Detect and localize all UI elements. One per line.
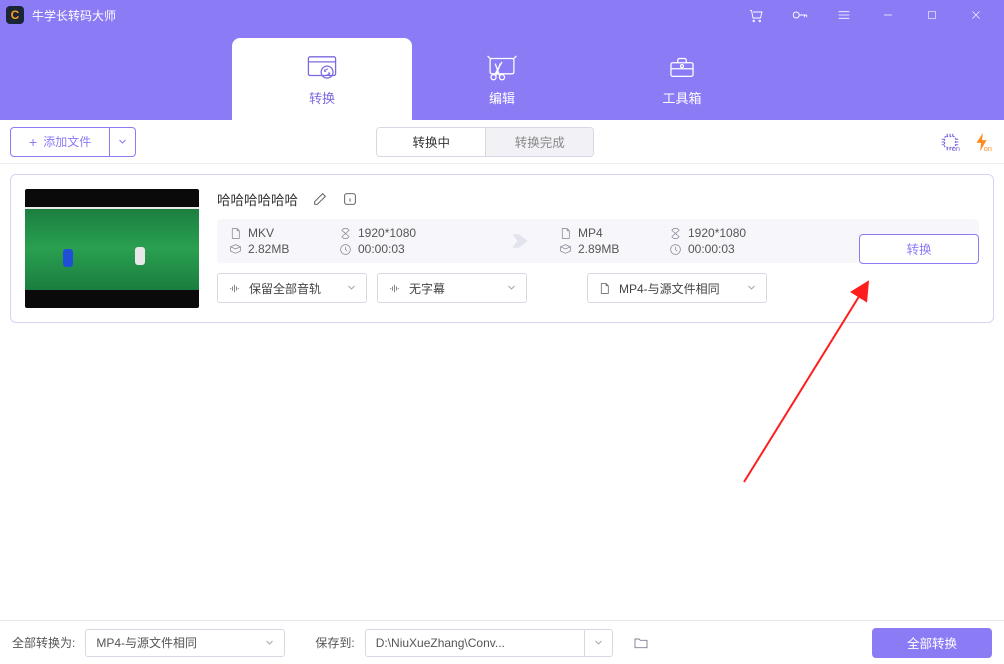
dst-container: MP4 [578,226,603,240]
key-icon[interactable] [778,0,822,30]
tab-edit-label: 编辑 [489,88,515,107]
tab-convert[interactable]: 转换 [232,38,412,120]
app-logo: C [6,6,24,24]
footer-format-select[interactable]: MP4-与源文件相同 [85,629,285,657]
menu-icon[interactable] [822,0,866,30]
footer-path-value: D:\NiuXueZhang\Conv... [376,636,505,650]
tab-toolbox[interactable]: 工具箱 [592,38,772,120]
add-file-group: + 添加文件 [10,127,136,157]
file-card: 哈哈哈哈哈哈 MKV 2.82MB 1920*1080 00:00:03 MP4 [10,174,994,323]
tab-edit[interactable]: 编辑 [412,38,592,120]
video-thumbnail[interactable] [25,189,199,308]
subtitle-option-label: 无字幕 [409,280,445,297]
add-file-label: 添加文件 [43,133,91,150]
cart-icon[interactable] [734,0,778,30]
minimize-button[interactable] [866,0,910,30]
audio-track-select[interactable]: 保留全部音轨 [217,273,367,303]
src-container: MKV [248,226,274,240]
tab-convert-label: 转换 [309,88,335,107]
footer-path-dropdown[interactable] [585,629,613,657]
src-resolution: 1920*1080 [358,226,416,240]
dst-size: 2.89MB [578,242,619,256]
plus-icon: + [29,134,37,150]
toolbox-icon [665,52,699,82]
open-folder-button[interactable] [627,629,655,657]
audio-icon [228,282,241,295]
rename-icon[interactable] [312,191,328,207]
toolbar: + 添加文件 转换中 转换完成 on on [0,120,1004,164]
output-format-select[interactable]: MP4-与源文件相同 [587,273,767,303]
chevron-down-icon [265,636,274,650]
window-title: 牛学长转码大师 [32,7,116,24]
svg-text:on: on [952,144,960,153]
subtitle-select[interactable]: 无字幕 [377,273,527,303]
format-option-label: MP4-与源文件相同 [619,280,720,297]
chevron-down-icon [747,281,756,295]
status-segmented: 转换中 转换完成 [376,127,594,157]
convert-all-button[interactable]: 全部转换 [872,628,992,658]
hw-accel-icon[interactable]: on [938,130,962,154]
save-to-label: 保存到: [315,634,354,651]
chevron-down-icon [347,281,356,295]
tab-toolbox-label: 工具箱 [662,88,701,107]
subtitle-icon [388,282,401,295]
chevron-down-icon [507,281,516,295]
arrow-icon [469,230,559,252]
svg-text:on: on [984,144,992,153]
audio-option-label: 保留全部音轨 [249,280,321,297]
titlebar: C 牛学长转码大师 [0,0,1004,30]
file-name: 哈哈哈哈哈哈 [217,189,298,209]
src-duration: 00:00:03 [358,242,405,256]
convert-icon [305,52,339,82]
close-button[interactable] [954,0,998,30]
footer: 全部转换为: MP4-与源文件相同 保存到: D:\NiuXueZhang\Co… [0,620,1004,664]
add-file-dropdown[interactable] [110,127,136,157]
file-list: 哈哈哈哈哈哈 MKV 2.82MB 1920*1080 00:00:03 MP4 [0,164,1004,333]
add-file-button[interactable]: + 添加文件 [10,127,110,157]
all-convert-to-label: 全部转换为: [12,634,75,651]
seg-converting[interactable]: 转换中 [377,128,485,156]
seg-done[interactable]: 转换完成 [485,128,593,156]
footer-path-select[interactable]: D:\NiuXueZhang\Conv... [365,629,585,657]
dst-resolution: 1920*1080 [688,226,746,240]
src-size: 2.82MB [248,242,289,256]
edit-icon [485,52,519,82]
info-icon[interactable] [342,191,358,207]
dst-duration: 00:00:03 [688,242,735,256]
convert-button[interactable]: 转换 [859,234,979,264]
maximize-button[interactable] [910,0,954,30]
footer-format-value: MP4-与源文件相同 [96,634,197,651]
primary-tabs: 转换 编辑 工具箱 [0,30,1004,120]
file-icon [598,282,611,295]
fast-mode-icon[interactable]: on [970,130,994,154]
